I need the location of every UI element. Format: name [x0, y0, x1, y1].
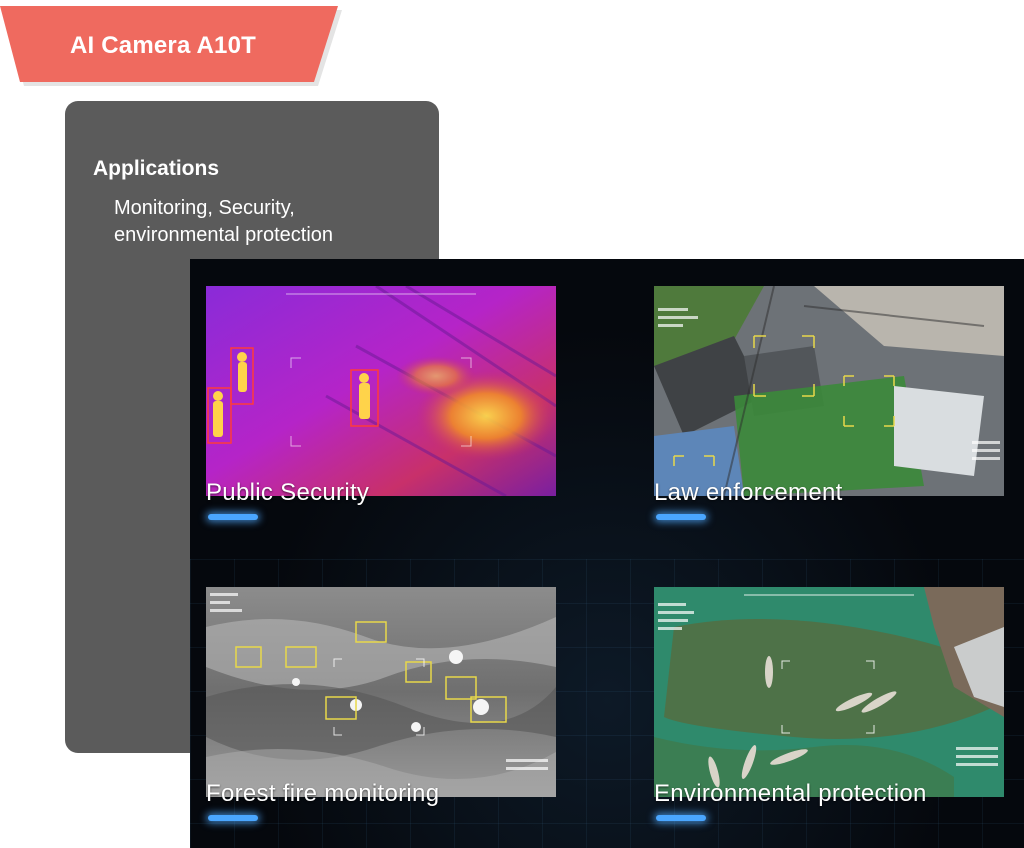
tile-accent-bar: [656, 815, 706, 821]
tile-forest-fire-monitoring[interactable]: [206, 587, 556, 797]
title-banner: AI Camera A10T: [0, 6, 342, 86]
tile-accent-bar: [208, 815, 258, 821]
applications-panel: Public Security Law enforcement Forest f…: [190, 259, 1024, 848]
aerial-river-image-icon: [654, 587, 1004, 797]
tile-label-law-enforcement: Law enforcement: [654, 479, 843, 506]
tile-label-public-security: Public Security: [206, 479, 370, 506]
tile-environmental-protection[interactable]: [654, 587, 1004, 797]
tile-accent-bar: [208, 514, 258, 520]
thermal-image-icon: [206, 286, 556, 496]
tile-label-forest-fire-monitoring: Forest fire monitoring: [206, 780, 440, 807]
tile-public-security[interactable]: [206, 286, 556, 496]
info-body: Monitoring, Security, environmental prot…: [114, 197, 334, 246]
page-title: AI Camera A10T: [70, 32, 256, 59]
aerial-city-image-icon: [654, 286, 1004, 496]
info-heading: Applications: [93, 157, 220, 180]
tile-law-enforcement[interactable]: [654, 286, 1004, 496]
tile-label-environmental-protection: Environmental protection: [654, 780, 927, 807]
thermal-terrain-image-icon: [206, 587, 556, 797]
tile-accent-bar: [656, 514, 706, 520]
